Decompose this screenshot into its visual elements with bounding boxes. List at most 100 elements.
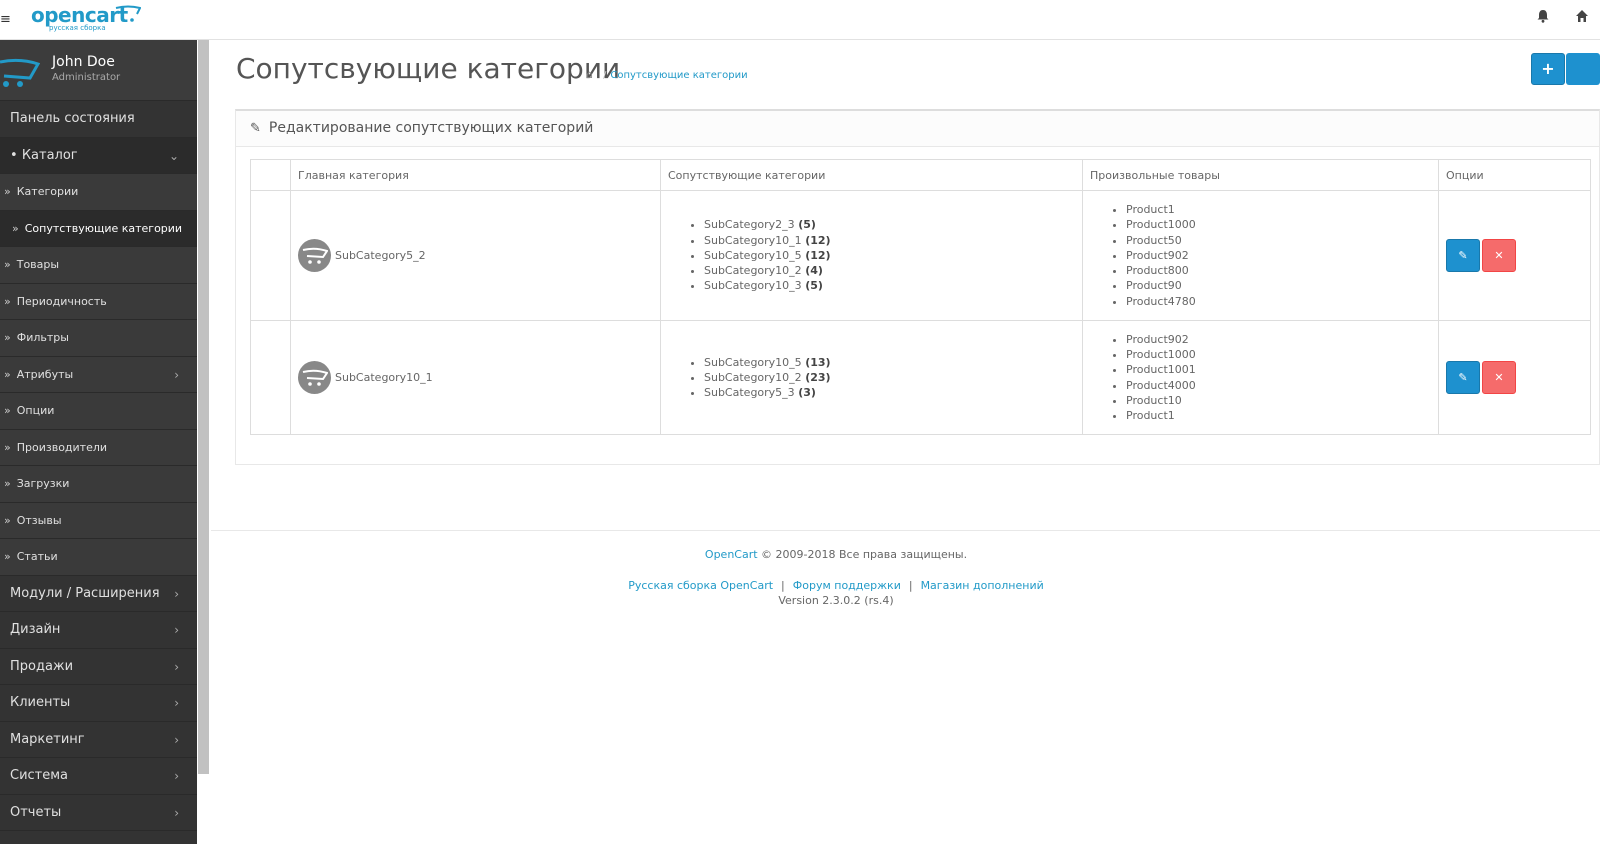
delete-button[interactable]: ✕ [1482,239,1516,272]
list-item: Product4780 [1126,294,1438,309]
list-item: SubCategory10_5 (12) [704,248,1082,263]
sidebar-item-label: Клиенты [10,695,71,710]
list-item: SubCategory10_2 (23) [704,370,1082,385]
home-icon[interactable] [1571,8,1593,30]
sidebar-item-label: Дизайн [10,622,61,637]
sidebar-item-catalog[interactable]: • Каталог ⌄ [0,137,197,174]
sidebar-item-categories[interactable]: » Категории [0,174,197,211]
add-button[interactable]: + [1531,53,1565,85]
footer-separator: | [908,579,913,592]
double-chevron-icon: » [4,367,11,381]
category-image [298,239,331,272]
edit-button[interactable]: ✎ [1446,361,1480,394]
chevron-down-icon: ⌄ [168,148,179,163]
sidebar-item-extensions[interactable]: Модули / Расширения › [0,576,197,612]
footer-link-support-forum[interactable]: Форум поддержки [793,579,901,592]
breadcrumb-current[interactable]: Сопутсвующие категории [610,70,747,81]
logo-cart-icon [115,5,141,22]
double-chevron-icon: » [4,513,11,527]
column-header-main-category[interactable]: Главная категория [290,159,661,191]
sidebar-item-attributes[interactable]: » Атрибуты › [0,356,197,393]
sidebar-item-design[interactable]: Дизайн › [0,612,197,649]
sidebar-item-marketing[interactable]: Маркетинг › [0,722,197,758]
row-select-cell [250,190,291,321]
list-item: Product1000 [1126,347,1438,362]
sidebar-item-customers[interactable]: Клиенты › [0,685,197,722]
partial-toolbar-button[interactable] [1566,53,1600,85]
column-header-related-categories[interactable]: Сопутствующие категории [660,159,1083,191]
bell-icon[interactable] [1532,8,1554,30]
list-item: SubCategory10_1 (12) [704,233,1082,248]
double-chevron-icon: » [4,294,11,308]
sidebar-item-downloads[interactable]: » Загрузки [0,466,197,503]
sidebar-item-options[interactable]: » Опции [0,393,197,430]
list-item: Product4000 [1126,378,1438,393]
sidebar-item-label: Система [10,768,69,783]
footer-divider [211,530,1600,531]
related-categories-table: Главная категория Сопутствующие категори… [250,159,1591,435]
user-profile[interactable]: John Doe Administrator [0,40,197,101]
footer-version: Version 2.3.0.2 (rs.4) [778,594,894,607]
list-item: Product800 [1126,263,1438,278]
sidebar-item-manufacturers[interactable]: » Производители [0,429,197,466]
table-header-row: Главная категория Сопутствующие категори… [250,159,1591,191]
footer-opencart-link[interactable]: OpenCart [705,548,758,561]
home-icon[interactable]: ⌂ [586,68,593,81]
breadcrumb-separator: / [602,70,607,81]
sidebar-item-articles[interactable]: » Статьи [0,539,197,576]
list-item: SubCategory10_5 (13) [704,355,1082,370]
logo[interactable]: opencart русская сборка [31,3,141,33]
footer-copyright: © 2009-2018 Все права защищены. [761,548,968,561]
footer-link-russian-build[interactable]: Русская сборка OpenCart [628,579,773,592]
sidebar-item-label: Продажи [10,658,74,674]
chevron-right-icon: › [174,367,179,382]
sidebar-item-system[interactable]: Система › [0,758,197,795]
sidebar-item-products[interactable]: » Товары [0,247,197,284]
panel-title: Редактирование сопутствующих категорий [268,120,594,136]
list-item: Product90 [1126,278,1438,293]
options-cell: ✎ ✕ [1438,320,1591,435]
breadcrumb: ⌂ / Сопутсвующие категории [586,68,748,81]
sidebar-item-label: Фильтры [16,331,69,344]
scrollbar-thumb[interactable] [198,40,209,774]
user-role: Administrator [52,72,121,83]
sidebar-item-label: Сопутствующие категории [24,221,183,235]
footer-link-addons-store[interactable]: Магазин дополнений [921,579,1044,592]
double-chevron-icon: » [4,477,11,490]
sidebar-item-sales[interactable]: Продажи › [0,649,197,685]
sidebar-item-recurring[interactable]: » Периодичность [0,283,197,320]
sidebar-item-label: Атрибуты [16,367,74,381]
edit-button[interactable]: ✎ [1446,239,1480,272]
double-chevron-icon: » [4,404,11,417]
list-item: Product902 [1126,332,1438,347]
sidebar-item-label: Производители [16,440,108,454]
sidebar-item-reviews[interactable]: » Отзывы [0,502,197,539]
logo-subtitle: русская сборка [49,24,106,32]
column-header-options: Опции [1438,159,1591,191]
products-cell: Product902 Product1000 Product1001 Produ… [1082,320,1439,435]
sidebar-item-related-categories[interactable]: » Сопутствующие категории [0,210,197,247]
delete-button[interactable]: ✕ [1482,361,1516,394]
sidebar-item-label: Маркетинг [10,731,85,747]
sidebar-item-label: Панель состояния [10,111,135,126]
edit-panel: ✎ Редактирование сопутствующих категорий … [235,109,1600,465]
footer-links: Русская сборка OpenCart | Форум поддержки |… [211,578,1461,593]
related-categories-cell: SubCategory2_3 (5) SubCategory10_1 (12) … [660,190,1083,321]
sidebar-scrollbar[interactable] [197,40,211,844]
chevron-right-icon: › [174,805,179,820]
list-item: SubCategory2_3 (5) [704,217,1082,232]
sidebar-item-reports[interactable]: Отчеты › [0,795,197,831]
list-item: Product902 [1126,248,1438,263]
sidebar-item-label: Категории [16,185,79,198]
sidebar-item-label: Модули / Расширения [10,585,160,601]
list-item: SubCategory5_3 (3) [704,385,1082,400]
double-chevron-icon: » [4,258,11,271]
sidebar-item-dashboard[interactable]: Панель состояния [0,101,197,138]
options-cell: ✎ ✕ [1438,190,1591,321]
top-header: ≡ opencart русская сборка [0,0,1600,40]
sidebar-item-filters[interactable]: » Фильтры [0,320,197,357]
sidebar-item-label: Отзывы [16,513,62,527]
column-header-products[interactable]: Произвольные товары [1082,159,1439,191]
menu-toggle-icon[interactable]: ≡ [0,10,20,30]
sidebar-item-label: Каталог [21,147,78,163]
